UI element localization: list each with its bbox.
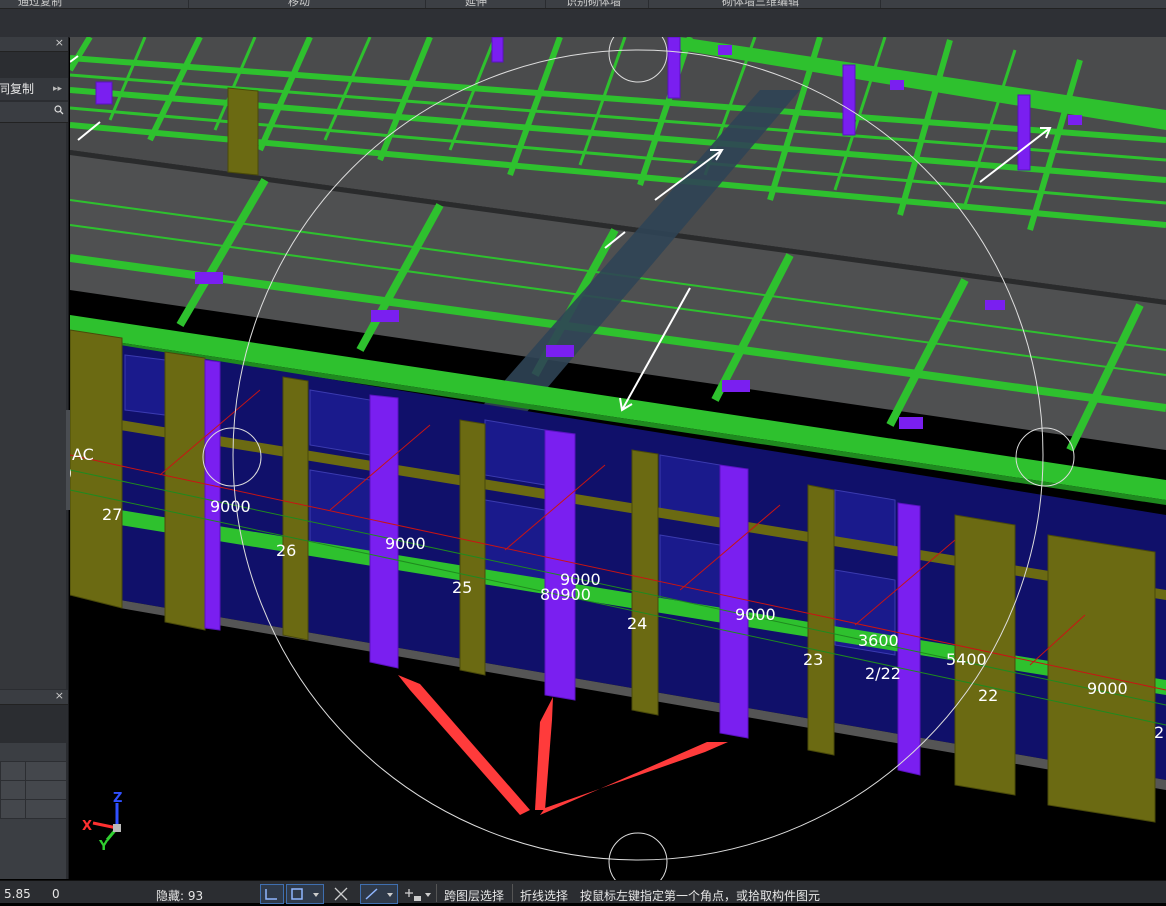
menu-item-wall-3d-edit[interactable]: 砌体墙三维编辑: [722, 0, 799, 9]
snap-toggle-button[interactable]: [286, 884, 324, 904]
hidden-count: 隐藏: 93: [156, 889, 204, 903]
command-prompt: 按鼠标左键指定第一个角点，或拾取构件图元: [580, 889, 821, 903]
component-tree[interactable]: [0, 123, 66, 689]
dimension-label: 9000: [1087, 679, 1128, 698]
svg-text:Z: Z: [113, 791, 122, 806]
axis-label: 25: [452, 578, 472, 597]
3d-model-canvas[interactable]: 27 26 25 24 23 2/22 22 2 9000 9000 9000 …: [70, 37, 1166, 880]
copy-label: 同复制: [0, 82, 35, 96]
close-icon[interactable]: ×: [55, 689, 64, 702]
svg-text:Y: Y: [98, 839, 109, 854]
ribbon-band: [0, 9, 1166, 38]
dimension-label: 5400: [946, 650, 987, 669]
properties-grid[interactable]: [0, 743, 67, 879]
search-input[interactable]: [0, 102, 68, 123]
close-icon[interactable]: ×: [55, 36, 64, 49]
panel-header: ×: [0, 36, 68, 52]
dimension-label: 9000: [210, 497, 251, 516]
coord-z-value: 0: [52, 887, 60, 901]
properties-header: ×: [0, 689, 68, 705]
copy-row[interactable]: 同复制 ▸▸: [0, 78, 68, 100]
grid-corner-label: ): [70, 463, 72, 482]
axis-label: 27: [102, 505, 122, 524]
dynamic-input-button[interactable]: [360, 884, 398, 904]
menu-item-extend[interactable]: 延伸: [465, 0, 487, 9]
3d-viewport[interactable]: 27 26 25 24 23 2/22 22 2 9000 9000 9000 …: [70, 37, 1166, 880]
menu-item-identify-wall[interactable]: 识别砌体墙: [566, 0, 621, 9]
axis-label: 26: [276, 541, 296, 560]
svg-text:X: X: [82, 819, 92, 834]
cross-icon: [334, 887, 348, 901]
search-icon[interactable]: [54, 103, 64, 117]
dimension-label: 3600: [858, 631, 899, 650]
menu-item-copy[interactable]: 通过复制: [18, 0, 62, 9]
add-point-button[interactable]: [400, 884, 436, 904]
polyline-select-toggle[interactable]: 折线选择: [520, 887, 568, 904]
axis-label: 2: [1154, 723, 1164, 742]
dimension-label: 80900: [540, 585, 591, 604]
left-panel: × 同复制 ▸▸ ×: [0, 36, 69, 879]
dimension-label: 9000: [735, 605, 776, 624]
menu-item-move[interactable]: 移动: [288, 0, 310, 9]
dynamic-input-icon: [365, 888, 393, 900]
axis-label: 22: [978, 686, 998, 705]
axis-label: 2/22: [865, 664, 901, 683]
axis-label: 23: [803, 650, 823, 669]
snap-icon: [291, 888, 319, 900]
add-icon: [405, 889, 431, 901]
ortho-toggle-button[interactable]: [260, 884, 284, 904]
status-bar: 5.85 0 隐藏: 93 跨图层选择 折线选择 按鼠标左键指定第一个角点，或拾…: [0, 880, 1166, 904]
ortho-icon: [265, 889, 277, 900]
grid-corner-label: AC: [72, 445, 94, 464]
coord-x-value: 5.85: [4, 887, 31, 901]
dimension-label: 9000: [385, 534, 426, 553]
expand-icon[interactable]: ▸▸: [53, 78, 62, 100]
cross-layer-select-toggle[interactable]: 跨图层选择: [444, 887, 504, 904]
top-menu-bar: 通过复制 移动 延伸 识别砌体墙 砌体墙三维编辑: [0, 0, 1166, 9]
axis-label: 24: [627, 614, 647, 633]
cross-select-button[interactable]: [328, 884, 354, 904]
